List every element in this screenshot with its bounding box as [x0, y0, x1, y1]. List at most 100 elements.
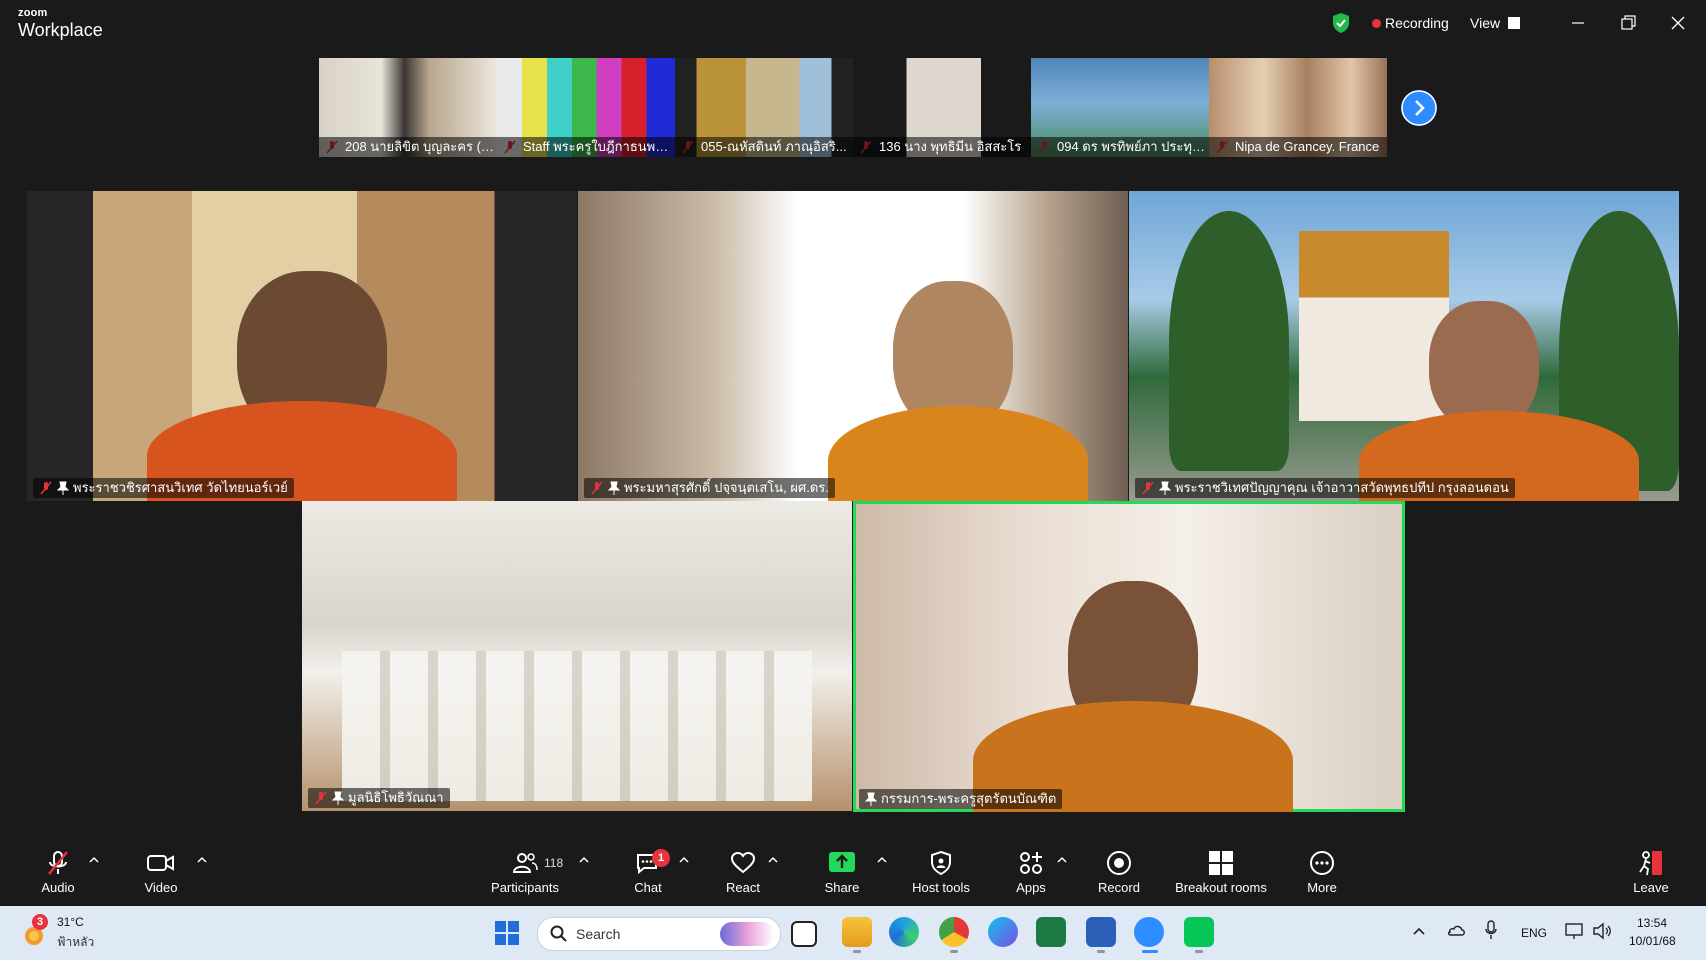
- title-bar: zoom Workplace Recording View: [0, 0, 1706, 48]
- recording-dot-icon: [1372, 19, 1381, 28]
- breakout-rooms-icon: [1209, 851, 1233, 875]
- encryption-shield-icon[interactable]: [1331, 12, 1351, 34]
- video-tile-active-speaker[interactable]: กรรมการ-พระครูสุตรัตนบัณฑิต: [853, 501, 1405, 812]
- participant-name: Staff พระครูใบฎีกาธนพล ...: [497, 137, 675, 157]
- react-button[interactable]: React: [723, 850, 763, 895]
- pin-icon: [1159, 481, 1171, 495]
- recording-indicator[interactable]: Recording: [1385, 15, 1449, 31]
- filmstrip-tile[interactable]: 136 นาง พุทธิมีน อิสสะโร: [853, 58, 1031, 157]
- video-tile[interactable]: พระมหาสุรศักดิ์ ปจฺจนฺตเสโน, ผศ.ดร.: [578, 191, 1128, 501]
- filmstrip-tile[interactable]: Staff พระครูใบฎีกาธนพล ...: [497, 58, 675, 157]
- share-screen-icon: [829, 852, 855, 872]
- video-label: Video: [144, 880, 178, 895]
- mic-muted-icon: [591, 481, 603, 495]
- mic-muted-icon: [1142, 481, 1154, 495]
- network-icon[interactable]: [1565, 922, 1585, 940]
- search-highlight-image: [720, 922, 774, 946]
- apps-icon: [1020, 852, 1042, 874]
- participants-label: Participants: [491, 880, 559, 895]
- filmstrip-tile[interactable]: Nipa de Grancey. France: [1209, 58, 1387, 157]
- participant-name: กรรมการ-พระครูสุตรัตนบัณฑิต: [881, 791, 1057, 806]
- task-view-icon[interactable]: [791, 921, 817, 947]
- apps-button[interactable]: Apps: [1011, 850, 1051, 895]
- participant-label: มูลนิธิโพธิวัณณา: [308, 788, 450, 808]
- video-tile[interactable]: มูลนิธิโพธิวัณณา: [302, 501, 852, 811]
- video-tile[interactable]: พระราชวชิรศาสนวิเทศ วัดไทยนอร์เวย์: [27, 191, 577, 501]
- chat-options-caret-icon[interactable]: [678, 856, 690, 864]
- record-icon: [1107, 851, 1131, 875]
- view-button[interactable]: View: [1470, 15, 1500, 31]
- participants-options-caret-icon[interactable]: [578, 856, 590, 864]
- participant-name: พระมหาสุรศักดิ์ ปจฺจนฺตเสโน, ผศ.ดร.: [624, 480, 829, 495]
- line-app-icon[interactable]: [1184, 917, 1214, 947]
- more-button[interactable]: More: [1302, 850, 1342, 895]
- participant-label: พระมหาสุรศักดิ์ ปจฺจนฺตเสโน, ผศ.ดร.: [584, 478, 835, 498]
- volume-icon[interactable]: [1592, 922, 1612, 940]
- leave-label: Leave: [1633, 880, 1669, 895]
- participant-label: พระราชวชิรศาสนวิเทศ วัดไทยนอร์เวย์: [33, 478, 294, 498]
- mic-muted-icon: [40, 481, 52, 495]
- taskbar-search[interactable]: Search: [537, 917, 781, 951]
- meeting-toolbar: Audio Video Participants 118 Chat 1 Reac…: [0, 840, 1706, 906]
- react-label: React: [726, 880, 760, 895]
- mic-muted-icon: [48, 851, 68, 875]
- participant-filmstrip: 208 นายลิขิต บุญละคร (เอ) Staff พระครูใบ…: [319, 58, 1387, 157]
- video-button[interactable]: Video: [141, 850, 181, 895]
- video-tile[interactable]: พระราชวิเทศปัญญาคุณ เจ้าอาวาสวัดพุทธปทีป…: [1129, 191, 1679, 501]
- zoom-app-icon[interactable]: [1134, 917, 1164, 947]
- clock-time[interactable]: 13:54: [1637, 916, 1667, 930]
- edge-browser-icon[interactable]: [889, 917, 919, 947]
- brand-small: zoom: [18, 7, 48, 19]
- participant-name: พระราชวชิรศาสนวิเทศ วัดไทยนอร์เวย์: [73, 480, 288, 495]
- share-button[interactable]: Share: [822, 850, 862, 895]
- video-options-caret-icon[interactable]: [196, 856, 208, 864]
- running-indicator: [950, 950, 958, 953]
- leave-button[interactable]: Leave: [1631, 850, 1671, 895]
- word-icon[interactable]: [1086, 917, 1116, 947]
- chrome-browser-icon[interactable]: [939, 917, 969, 947]
- participant-label: กรรมการ-พระครูสุตรัตนบัณฑิต: [859, 789, 1063, 809]
- leave-door-icon: [1639, 851, 1662, 876]
- brand-name: Workplace: [18, 20, 103, 40]
- record-button[interactable]: Record: [1096, 850, 1142, 895]
- microphone-tray-icon[interactable]: [1484, 920, 1498, 940]
- canva-icon[interactable]: [988, 917, 1018, 947]
- tray-overflow-chevron-icon[interactable]: [1412, 926, 1426, 936]
- audio-button[interactable]: Audio: [38, 850, 78, 895]
- apps-options-caret-icon[interactable]: [1056, 856, 1068, 864]
- participant-name: พระราชวิเทศปัญญาคุณ เจ้าอาวาสวัดพุทธปทีป…: [1175, 480, 1509, 495]
- weather-description: ฟ้าหลัว: [57, 935, 95, 949]
- restore-icon[interactable]: [1616, 12, 1640, 34]
- excel-icon[interactable]: [1036, 917, 1066, 947]
- running-indicator: [1195, 950, 1203, 953]
- view-grid-icon[interactable]: [1508, 17, 1520, 29]
- clock-date[interactable]: 10/01/68: [1629, 934, 1676, 948]
- onedrive-cloud-icon[interactable]: [1446, 923, 1466, 937]
- chat-label: Chat: [634, 880, 662, 895]
- weather-temperature: 31°C: [57, 915, 84, 929]
- zoom-logo: zoom Workplace: [18, 7, 103, 40]
- host-tools-label: Host tools: [912, 880, 970, 895]
- host-tools-button[interactable]: Host tools: [906, 850, 976, 895]
- input-language[interactable]: ENG: [1521, 926, 1547, 940]
- mic-muted-icon: [315, 791, 327, 805]
- search-icon: [550, 925, 567, 942]
- share-options-caret-icon[interactable]: [876, 856, 888, 864]
- share-label: Share: [824, 880, 860, 895]
- close-icon[interactable]: [1666, 12, 1690, 34]
- running-indicator: [853, 950, 861, 953]
- minimize-icon[interactable]: [1566, 12, 1590, 34]
- pin-icon: [608, 481, 620, 495]
- audio-options-caret-icon[interactable]: [88, 856, 100, 864]
- filmstrip-tile[interactable]: 094 ดร พรทิพย์ภา ประทุม...: [1031, 58, 1209, 157]
- host-tools-shield-icon: [931, 850, 951, 876]
- file-explorer-icon[interactable]: [842, 917, 872, 947]
- filmstrip-next-icon[interactable]: [1401, 90, 1437, 126]
- breakout-rooms-button[interactable]: Breakout rooms: [1171, 850, 1271, 895]
- filmstrip-tile[interactable]: 208 นายลิขิต บุญละคร (เอ): [319, 58, 497, 157]
- participants-count: 118: [544, 856, 564, 870]
- breakout-rooms-label: Breakout rooms: [1175, 880, 1267, 895]
- react-options-caret-icon[interactable]: [767, 856, 779, 864]
- windows-start-icon[interactable]: [494, 920, 520, 946]
- filmstrip-tile[interactable]: 055-ณหัสดินท์ ภาณุอิสริ...: [675, 58, 853, 157]
